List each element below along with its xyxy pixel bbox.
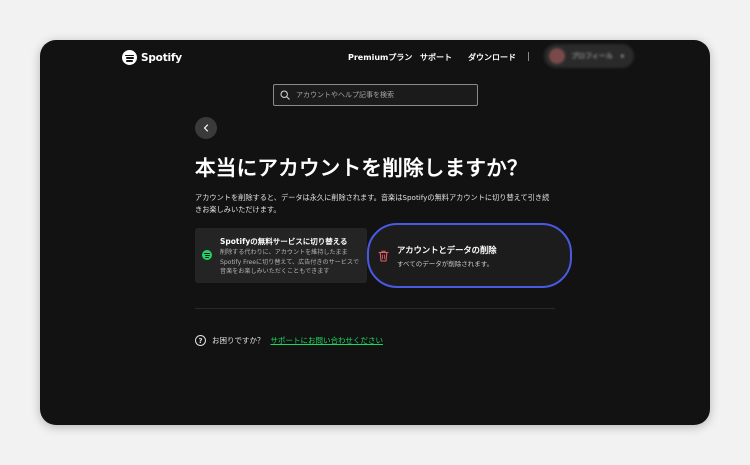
delete-account-option[interactable]: アカウントとデータの削除 すべてのデータが削除されます。 <box>367 223 572 288</box>
delete-option-title: アカウントとデータの削除 <box>397 245 497 255</box>
spotify-logo[interactable]: Spotify <box>122 50 182 65</box>
help-icon: ? <box>195 335 206 346</box>
back-button[interactable] <box>195 117 217 139</box>
search-icon <box>280 90 290 100</box>
browser-frame: Spotify Premiumプラン サポート ダウンロード プロフィール ▾ … <box>40 40 710 425</box>
page-title: 本当にアカウントを削除しますか？ <box>195 156 528 180</box>
spotify-icon <box>122 50 137 65</box>
divider <box>195 308 555 309</box>
switch-to-free-option[interactable]: Spotifyの無料サービスに切り替える 削除する代わりに、アカウントを維持した… <box>195 228 367 283</box>
free-option-title: Spotifyの無料サービスに切り替える <box>220 237 348 246</box>
search-input[interactable] <box>296 91 466 99</box>
page-description: アカウントを削除すると、データは永久に削除されます。音楽はSpotifyの無料ア… <box>195 193 550 214</box>
nav-support[interactable]: サポート <box>420 52 452 63</box>
delete-option-description: すべてのデータが削除されます。 <box>397 260 494 268</box>
contact-support-link[interactable]: サポートにお問い合わせください <box>271 335 384 346</box>
chevron-left-icon <box>203 124 209 132</box>
nav-separator <box>528 52 529 61</box>
trash-icon <box>378 250 389 262</box>
free-option-description: 削除する代わりに、アカウントを維持したままSpotify Freeに切り替えて、… <box>220 249 360 275</box>
site-header: Spotify Premiumプラン サポート ダウンロード プロフィール ▾ <box>40 40 710 74</box>
account-name: プロフィール <box>571 52 613 60</box>
nav-premium[interactable]: Premiumプラン <box>348 52 412 63</box>
help-prompt: お困りですか？ <box>212 336 265 345</box>
account-menu-button[interactable]: プロフィール ▾ <box>544 44 634 68</box>
help-section: ? お困りですか？ サポートにお問い合わせください <box>195 335 383 346</box>
chevron-down-icon: ▾ <box>620 52 624 60</box>
brand-name: Spotify <box>141 51 182 64</box>
search-bar[interactable] <box>273 84 478 106</box>
nav-download[interactable]: ダウンロード <box>468 52 516 63</box>
spotify-icon <box>202 250 212 260</box>
avatar <box>549 48 565 64</box>
